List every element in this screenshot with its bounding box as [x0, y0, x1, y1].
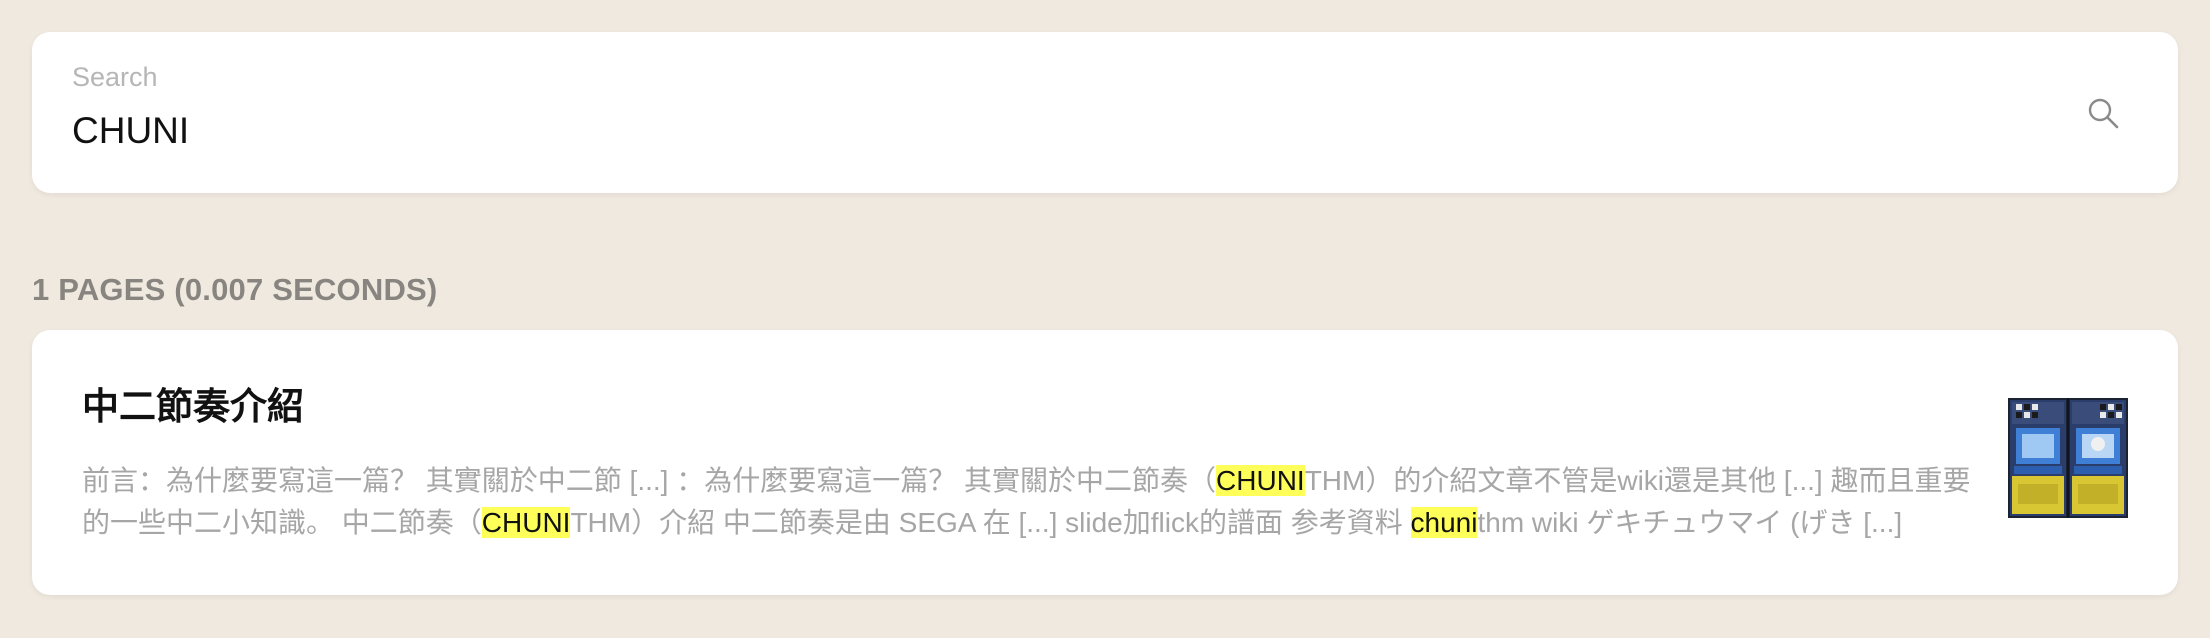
search-label: Search [72, 62, 158, 92]
result-card[interactable]: 中二節奏介紹 前言：為什麼要寫這一篇？ 其實關於中二節 [...] ：為什麼要寫… [32, 330, 2178, 595]
result-thumbnail[interactable] [2008, 398, 2128, 518]
snippet-text: thm wiki ゲキチュウマイ (げき [...] [1477, 507, 1903, 538]
result-snippet: 前言：為什麼要寫這一篇？ 其實關於中二節 [...] ：為什麼要寫這一篇？ 其實… [82, 460, 1982, 544]
search-button[interactable] [2078, 88, 2128, 138]
search-input[interactable] [72, 104, 1972, 158]
search-icon [2088, 98, 2119, 129]
arcade-cabinet-thumbnail [2008, 398, 2128, 518]
result-title-link[interactable]: 中二節奏介紹 [82, 376, 304, 430]
snippet-text: THM）介紹 中二節奏是由 SEGA 在 [...] slide加flick的譜… [570, 507, 1411, 538]
snippet-highlight: CHUNI [1216, 465, 1305, 496]
search-card: Search [32, 32, 2178, 193]
snippet-text: 前言：為什麼要寫這一篇？ 其實關於中二節 [...] ：為什麼要寫這一篇？ 其實… [82, 465, 1217, 496]
snippet-highlight: chuni [1410, 507, 1478, 538]
results-count: 1 PAGES (0.007 SECONDS) [32, 272, 438, 307]
snippet-highlight: CHUNI [481, 507, 571, 538]
